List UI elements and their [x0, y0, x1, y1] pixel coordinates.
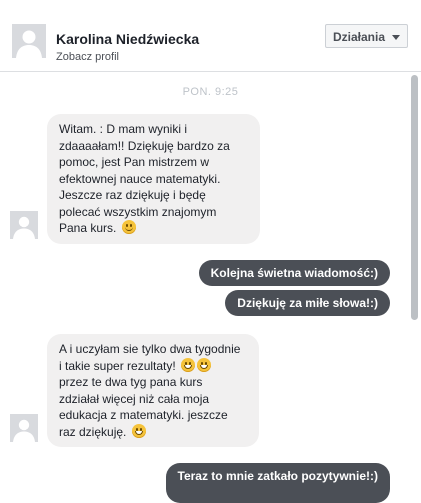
default-avatar-icon: [12, 24, 46, 58]
message-text: Dziękuję za miłe słowa!:): [237, 296, 378, 310]
caret-down-icon: [392, 35, 400, 40]
message-text: Teraz to mnie zatkało pozytywnie!:): [177, 469, 378, 483]
message-timestamp: PON. 9:25: [182, 86, 239, 98]
conversation-header: Karolina Niedźwiecka Zobacz profil Dział…: [0, 0, 421, 72]
grinning-face-icon: [131, 423, 146, 438]
default-avatar-icon: [10, 211, 38, 239]
slightly-smiling-face-icon: [121, 220, 136, 234]
outgoing-message-bubble[interactable]: Kolejna świetna wiadomość:): [198, 260, 390, 286]
grinning-face-icon: [181, 357, 196, 372]
incoming-message-bubble[interactable]: Witam. : D mam wyniki i zdaaaałam!! Dzię…: [47, 114, 260, 244]
contact-name[interactable]: Karolina Niedźwiecka: [56, 31, 199, 47]
conversation-scrollbar[interactable]: [411, 75, 418, 320]
sender-avatar[interactable]: [10, 211, 38, 239]
outgoing-message-bubble[interactable]: Dziękuję za miłe słowa!:): [225, 290, 390, 316]
message-text: A i uczyłam sie tylko dwa tygodnie i tak…: [59, 342, 241, 373]
actions-dropdown-button[interactable]: Działania: [325, 24, 408, 48]
default-avatar-icon: [10, 414, 38, 442]
message-text: Witam. : D mam wyniki i zdaaaałam!! Dzię…: [59, 122, 230, 235]
outgoing-message-bubble[interactable]: Teraz to mnie zatkało pozytywnie!:): [165, 463, 390, 503]
grinning-face-icon: [197, 357, 212, 372]
actions-label: Działania: [333, 30, 386, 44]
sender-avatar[interactable]: [10, 414, 38, 442]
incoming-message-bubble[interactable]: A i uczyłam sie tylko dwa tygodnie i tak…: [47, 334, 259, 447]
message-text: Kolejna świetna wiadomość:): [210, 266, 378, 280]
view-profile-link[interactable]: Zobacz profil: [56, 51, 119, 63]
contact-avatar[interactable]: [12, 24, 46, 58]
